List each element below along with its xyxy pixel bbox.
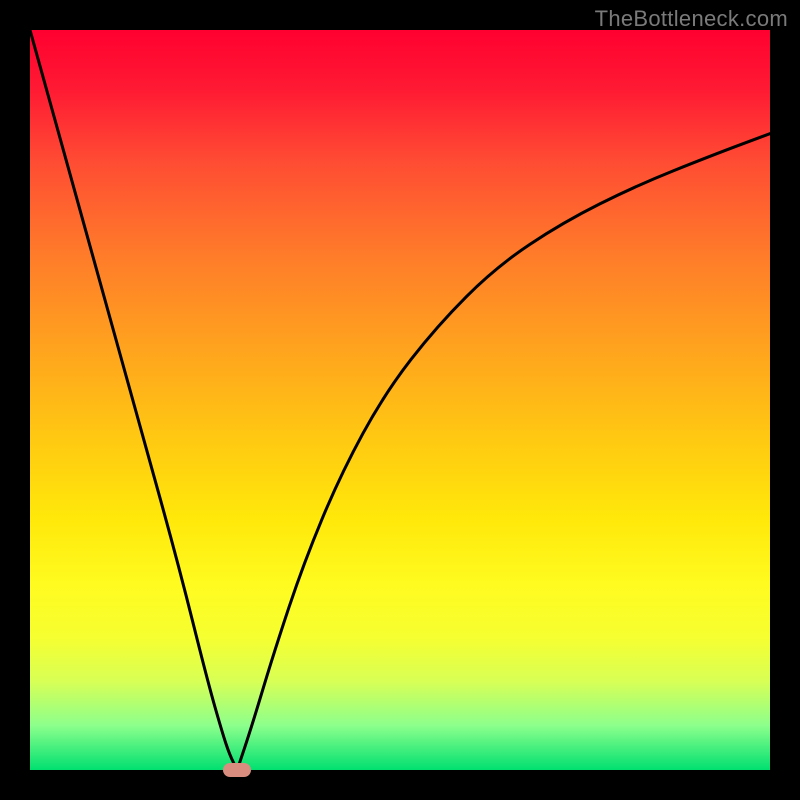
watermark-text: TheBottleneck.com [595, 6, 788, 32]
chart-canvas: TheBottleneck.com [0, 0, 800, 800]
curve-right [237, 134, 770, 770]
min-marker [223, 763, 251, 777]
curve-left [30, 30, 237, 770]
plot-area [30, 30, 770, 770]
curve-svg [30, 30, 770, 770]
